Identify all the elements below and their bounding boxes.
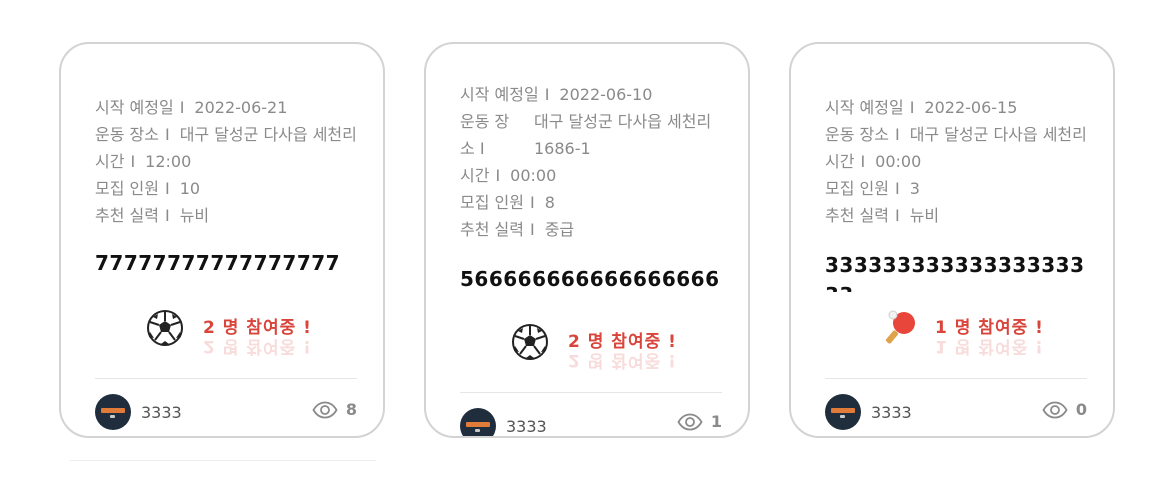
avatar[interactable]	[825, 394, 861, 430]
people-value: 3	[909, 179, 920, 198]
time-value: 12:00	[145, 152, 192, 171]
view-count-value: 8	[345, 400, 357, 419]
participants-reflection: 2 명 참여중 !	[568, 350, 677, 370]
divider	[95, 378, 357, 379]
card-title[interactable]: 33333333333333333333	[825, 250, 1087, 292]
card-footer: 3333 0	[825, 394, 1087, 432]
avatar[interactable]	[460, 408, 496, 436]
start-date-row: 시작 예정일 I 2022-06-10	[460, 81, 726, 108]
soccer-ball-icon	[510, 322, 550, 362]
start-date-value: 2022-06-10	[559, 85, 653, 104]
people-row: 모집 인원 I 10	[95, 175, 361, 202]
meetup-card[interactable]: 시작 예정일 I 2022-06-10 운동 장소 I 대구 달성군 다사읍 세천리 …	[424, 42, 750, 438]
card-title[interactable]: 77777777777777777	[95, 248, 357, 280]
participants-count: 2 명 참여중 !	[203, 318, 312, 338]
place-row: 운동 장소 I 대구 달성군 다사읍 세천리	[825, 121, 1091, 148]
card-title[interactable]: 566666666666666666	[460, 264, 722, 306]
card-info: 시작 예정일 I 2022-06-10 운동 장소 I 대구 달성군 다사읍 세천리 …	[460, 81, 726, 243]
start-date-value: 2022-06-21	[194, 98, 288, 117]
participants-reflection: 2 명 참여중 !	[203, 336, 312, 356]
skill-row: 추천 실력 I 중급	[460, 216, 726, 243]
skill-row: 추천 실력 I 뉴비	[95, 202, 361, 229]
start-date-row: 시작 예정일 I 2022-06-21	[95, 94, 361, 121]
people-value: 8	[544, 193, 555, 212]
time-row: 시간 I 00:00	[460, 162, 726, 189]
eye-icon	[312, 401, 338, 418]
view-count: 8	[312, 400, 357, 419]
place-row: 운동 장소 I 대구 달성군 다사읍 세천리 1686-1	[460, 108, 726, 162]
view-count: 0	[1042, 400, 1087, 419]
participants-count: 1 명 참여중 !	[935, 318, 1044, 338]
soccer-ball-icon	[145, 308, 185, 348]
participants-count: 2 명 참여중 !	[568, 332, 677, 352]
divider	[825, 378, 1087, 379]
meetup-card[interactable]: 시작 예정일 I 2022-06-15 운동 장소 I 대구 달성군 다사읍 세천리 시…	[789, 42, 1115, 438]
card-info: 시작 예정일 I 2022-06-21 운동 장소 I 대구 달성군 다사읍 세천리 시…	[95, 94, 361, 229]
author-name[interactable]: 3333	[141, 403, 182, 422]
skill-value: 중급	[544, 220, 575, 239]
time-value: 00:00	[510, 166, 557, 185]
eye-icon	[1042, 401, 1068, 418]
people-row: 모집 인원 I 3	[825, 175, 1091, 202]
time-row: 시간 I 12:00	[95, 148, 361, 175]
skill-value: 뉴비	[909, 206, 940, 225]
participants: 2 명 참여중 ! 2 명 참여중 !	[61, 308, 383, 362]
view-count: 1	[677, 412, 722, 431]
card-info: 시작 예정일 I 2022-06-15 운동 장소 I 대구 달성군 다사읍 세천리 시…	[825, 94, 1091, 229]
author-name[interactable]: 3333	[871, 403, 912, 422]
divider	[460, 392, 722, 393]
author-name[interactable]: 3333	[506, 417, 547, 436]
meetup-card[interactable]: 시작 예정일 I 2022-06-21 운동 장소 I 대구 달성군 다사읍 세천리 시…	[59, 42, 385, 438]
ping-pong-paddle-icon	[881, 308, 921, 348]
place-row: 운동 장소 I 대구 달성군 다사읍 세천리	[95, 121, 361, 148]
card-footer: 3333 8	[95, 394, 357, 432]
start-date-value: 2022-06-15	[924, 98, 1018, 117]
start-date-row: 시작 예정일 I 2022-06-15	[825, 94, 1091, 121]
eye-icon	[677, 413, 703, 430]
view-count-value: 0	[1075, 400, 1087, 419]
place-value: 대구 달성군 다사읍 세천리	[909, 125, 1087, 144]
divider	[70, 460, 376, 461]
skill-value: 뉴비	[179, 206, 210, 225]
place-value: 대구 달성군 다사읍 세천리	[179, 125, 357, 144]
participants: 1 명 참여중 ! 1 명 참여중 !	[791, 308, 1113, 362]
time-row: 시간 I 00:00	[825, 148, 1091, 175]
view-count-value: 1	[710, 412, 722, 431]
skill-row: 추천 실력 I 뉴비	[825, 202, 1091, 229]
card-footer: 3333 1	[460, 408, 722, 436]
time-value: 00:00	[875, 152, 922, 171]
avatar[interactable]	[95, 394, 131, 430]
participants-reflection: 1 명 참여중 !	[935, 336, 1044, 356]
place-value: 대구 달성군 다사읍 세천리 1686-1	[534, 112, 712, 158]
people-row: 모집 인원 I 8	[460, 189, 726, 216]
people-value: 10	[179, 179, 201, 198]
participants: 2 명 참여중 ! 2 명 참여중 !	[426, 322, 748, 376]
